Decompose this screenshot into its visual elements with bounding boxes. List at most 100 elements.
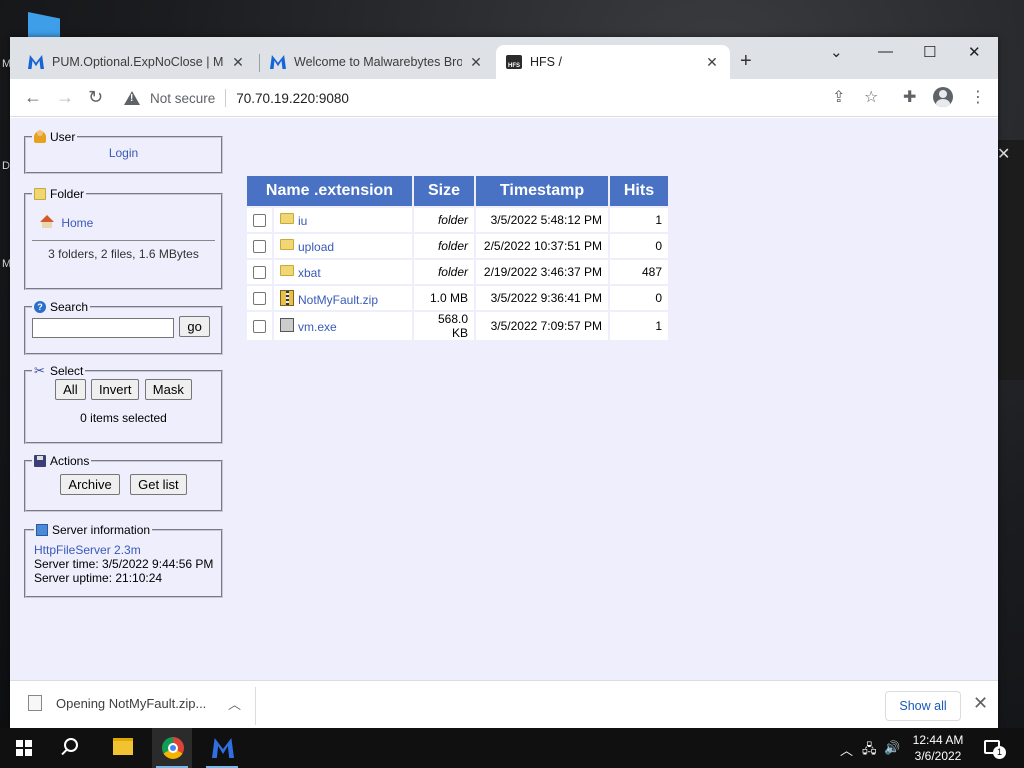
- timestamp-cell: 2/19/2022 3:46:37 PM: [476, 260, 608, 284]
- folder-icon: [280, 264, 294, 276]
- file-icon: [28, 695, 42, 711]
- download-item-label[interactable]: Opening NotMyFault.zip...: [56, 696, 206, 711]
- panel-title: Search: [50, 300, 89, 314]
- row-checkbox[interactable]: [253, 214, 266, 228]
- search-panel: ? Search go: [24, 300, 223, 355]
- maximize-button[interactable]: ☐: [923, 43, 936, 61]
- volume-icon[interactable]: 🔊: [884, 740, 900, 756]
- column-header-timestamp[interactable]: Timestamp: [476, 176, 608, 206]
- column-header-hits[interactable]: Hits: [610, 176, 668, 206]
- column-header-size[interactable]: Size: [414, 176, 474, 206]
- timestamp-cell: 3/5/2022 9:36:41 PM: [476, 286, 608, 310]
- background-window: ✕: [996, 140, 1024, 380]
- search-input[interactable]: [32, 317, 174, 338]
- malwarebytes-icon[interactable]: [202, 728, 242, 768]
- malwarebytes-icon: [28, 55, 44, 69]
- share-icon[interactable]: ⇪: [832, 87, 845, 107]
- forward-button[interactable]: →: [56, 87, 74, 108]
- select-all-button[interactable]: All: [55, 379, 86, 400]
- close-window-button[interactable]: ✕: [968, 43, 981, 61]
- minimize-button[interactable]: —: [878, 43, 893, 60]
- size-cell: folder: [414, 208, 474, 232]
- close-icon[interactable]: ✕: [704, 54, 720, 71]
- user-panel: User Login: [24, 130, 223, 174]
- file-table: Name .extension Size Timestamp Hits iu f…: [245, 174, 670, 342]
- hits-cell: 1: [610, 208, 668, 232]
- file-link[interactable]: iu: [298, 214, 307, 228]
- chevron-up-icon[interactable]: ︿: [840, 740, 853, 759]
- file-link[interactable]: xbat: [298, 266, 321, 280]
- desktop-folder-icon[interactable]: [28, 12, 60, 38]
- close-icon[interactable]: ✕: [230, 54, 246, 71]
- panel-title: Folder: [50, 187, 85, 201]
- close-icon[interactable]: ✕: [973, 693, 988, 714]
- panel-legend: ✂ Select: [32, 364, 85, 378]
- tab-pum-optional[interactable]: PUM.Optional.ExpNoClose | Mal ✕: [18, 45, 256, 79]
- close-icon[interactable]: ✕: [997, 144, 1010, 164]
- divider: [255, 687, 256, 725]
- tab-hfs[interactable]: HFS HFS / ✕: [496, 45, 730, 79]
- table-row: upload folder 2/5/2022 10:37:51 PM 0: [247, 234, 668, 258]
- profile-avatar-icon[interactable]: [933, 87, 953, 107]
- timestamp-cell: 3/5/2022 7:09:57 PM: [476, 312, 608, 340]
- tab-title: HFS /: [530, 55, 562, 69]
- download-item[interactable]: Opening NotMyFault.zip...: [28, 695, 206, 711]
- search-icon[interactable]: [64, 738, 78, 752]
- get-list-button[interactable]: Get list: [130, 474, 187, 495]
- invert-selection-button[interactable]: Invert: [90, 379, 140, 400]
- table-row: NotMyFault.zip 1.0 MB 3/5/2022 9:36:41 P…: [247, 286, 668, 310]
- tab-search-chevron-icon[interactable]: ⌄: [830, 43, 843, 61]
- hfs-page: User Login Folder Home 3 folders, 2 file…: [10, 118, 998, 680]
- tab-malwarebytes-welcome[interactable]: Welcome to Malwarebytes Brow ✕: [260, 45, 494, 79]
- go-button[interactable]: go: [179, 316, 210, 337]
- executable-file-icon: [280, 318, 294, 332]
- server-uptime: Server uptime: 21:10:24: [34, 571, 163, 585]
- warning-icon[interactable]: [124, 91, 140, 105]
- column-header-name[interactable]: Name .extension: [247, 176, 412, 206]
- table-row: iu folder 3/5/2022 5:48:12 PM 1: [247, 208, 668, 232]
- bookmark-star-icon[interactable]: ☆: [864, 87, 878, 107]
- network-icon[interactable]: 🖧: [862, 740, 877, 762]
- reload-button[interactable]: ↻: [88, 87, 103, 108]
- file-explorer-icon[interactable]: [102, 728, 142, 768]
- chevron-up-icon[interactable]: ︿: [228, 694, 241, 713]
- divider: [32, 240, 215, 241]
- malwarebytes-icon: [270, 55, 286, 69]
- address-bar[interactable]: Not secure 70.70.19.220:9080: [118, 84, 894, 112]
- hits-cell: 1: [610, 312, 668, 340]
- chrome-icon[interactable]: [152, 728, 192, 768]
- clock[interactable]: 12:44 AM 3/6/2022: [906, 732, 970, 764]
- url-text[interactable]: 70.70.19.220:9080: [236, 91, 349, 106]
- security-label[interactable]: Not secure: [150, 91, 215, 106]
- help-icon: ?: [34, 301, 46, 313]
- panel-legend: Actions: [32, 454, 91, 468]
- server-software-link[interactable]: HttpFileServer 2.3m: [34, 543, 141, 557]
- archive-button[interactable]: Archive: [60, 474, 120, 495]
- close-icon[interactable]: ✕: [468, 54, 484, 71]
- file-link[interactable]: NotMyFault.zip: [298, 293, 378, 307]
- folder-icon: [280, 238, 294, 250]
- row-checkbox[interactable]: [253, 320, 266, 334]
- file-link[interactable]: upload: [298, 240, 334, 254]
- actions-panel: Actions Archive Get list: [24, 454, 223, 512]
- panel-legend: ? Search: [32, 300, 90, 314]
- user-icon: [34, 130, 46, 143]
- back-button[interactable]: ←: [24, 87, 42, 108]
- hits-cell: 0: [610, 234, 668, 258]
- home-link[interactable]: Home: [61, 216, 93, 230]
- file-link[interactable]: vm.exe: [298, 320, 337, 334]
- windows-start-icon[interactable]: [16, 740, 32, 756]
- extensions-icon[interactable]: ✚: [903, 87, 916, 107]
- show-all-button[interactable]: Show all: [885, 691, 961, 721]
- tab-strip: PUM.Optional.ExpNoClose | Mal ✕ Welcome …: [10, 37, 998, 79]
- menu-icon[interactable]: ⋮: [970, 87, 986, 107]
- new-tab-button[interactable]: +: [740, 50, 752, 73]
- server-time: Server time: 3/5/2022 9:44:56 PM: [34, 557, 214, 571]
- notification-badge: 1: [993, 746, 1006, 759]
- row-checkbox[interactable]: [253, 266, 266, 280]
- login-link[interactable]: Login: [109, 146, 138, 160]
- scissors-icon: ✂: [34, 363, 45, 378]
- mask-button[interactable]: Mask: [144, 379, 192, 400]
- row-checkbox[interactable]: [253, 240, 266, 254]
- row-checkbox[interactable]: [253, 292, 266, 306]
